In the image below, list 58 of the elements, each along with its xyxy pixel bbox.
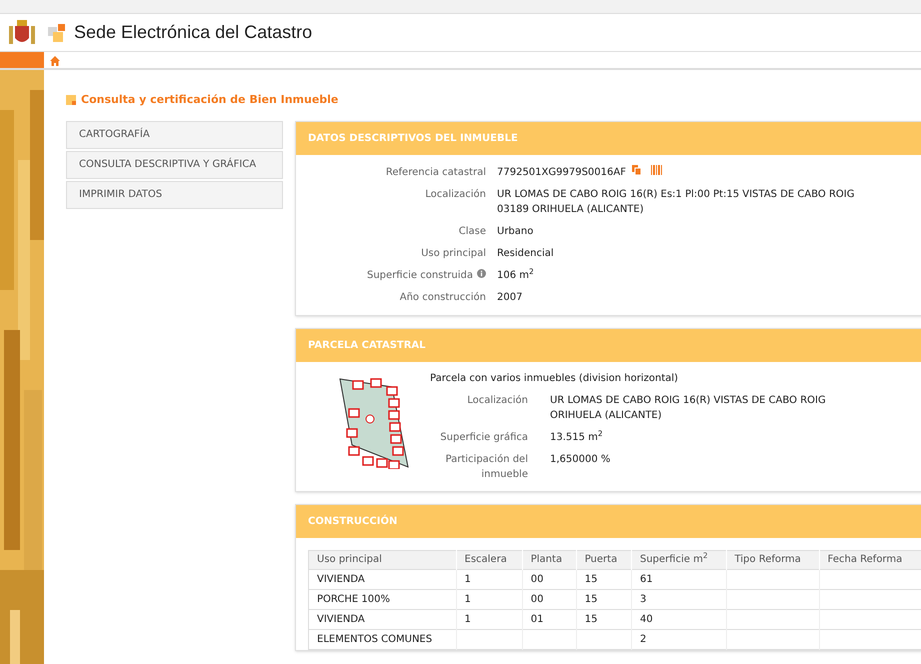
- info-icon[interactable]: [477, 268, 486, 278]
- table-cell: 1: [456, 609, 522, 629]
- field-value: UR LOMAS DE CABO ROIG 16(R) VISTAS DE CABO ROIG ORIHUELA (ALICANTE): [550, 394, 826, 422]
- column-header: Uso principal: [308, 550, 456, 569]
- field-value: Urbano: [497, 224, 534, 238]
- field-label: Superficie gráfica: [439, 430, 529, 444]
- sidebar-item[interactable]: IMPRIMIR DATOS: [66, 180, 283, 208]
- field-label: Uso principal: [421, 246, 486, 260]
- table-cell: VIVIENDA: [308, 569, 456, 589]
- field-value: 106 m$^{2}$: [497, 268, 534, 282]
- column-header: Escalera: [456, 550, 522, 569]
- field-label: Referencia catastral: [386, 166, 486, 180]
- table-cell: 1: [456, 589, 522, 609]
- table-cell: 00: [522, 569, 576, 589]
- panel-title: CONSTRUCCIÓN: [308, 514, 398, 528]
- field-value: 1,650000 %: [550, 452, 610, 466]
- field-value: 7792501XG9979S0016AF: [497, 166, 626, 180]
- panel-title: PARCELA CATASTRAL: [308, 338, 426, 352]
- home-icon[interactable]: [50, 56, 60, 66]
- copy-icon[interactable]: [632, 164, 641, 174]
- table-cell: ELEMENTOS COMUNES: [308, 629, 456, 649]
- field-label: Localización: [425, 188, 486, 202]
- page-title: Consulta y certificación de Bien Inmueble: [81, 92, 338, 108]
- field-value: 13.515 m$^{2}$: [550, 430, 603, 444]
- barcode-icon[interactable]: [650, 164, 662, 174]
- column-header: Puerta: [576, 550, 632, 569]
- field-label: Clase: [458, 224, 486, 238]
- panel-title: DATOS DESCRIPTIVOS DEL INMUEBLE: [308, 132, 518, 146]
- parcel-description: Parcela con varios inmuebles (division horizontal): [430, 372, 680, 386]
- sidebar-item[interactable]: CARTOGRAFÍA: [66, 120, 283, 148]
- table-cell: 15: [576, 569, 632, 589]
- field-label: Superficie construida: [367, 268, 473, 282]
- table-cell: 3: [631, 589, 726, 609]
- field-label: Participación del inmueble: [444, 452, 529, 482]
- page-title-icon: [66, 95, 76, 106]
- table-cell: 1: [456, 569, 522, 589]
- field-value: UR LOMAS DE CABO ROIG 16(R) Es:1 Pl:00 Pt:15 VISTAS DE CABO ROIG 03189 ORIHUELA (ALICANTE): [497, 188, 854, 216]
- column-header: Planta: [522, 550, 576, 569]
- nav-accent-bar: [0, 52, 44, 68]
- table-cell: 40: [631, 609, 726, 629]
- site-title: Sede Electrónica del Catastro: [74, 21, 312, 44]
- column-header: Fecha Reforma: [819, 550, 921, 569]
- column-header: Superficie m$^{2}$: [631, 550, 726, 569]
- table-cell: 61: [631, 569, 726, 589]
- field-label: Localización: [466, 394, 529, 408]
- table-cell: PORCHE 100%: [308, 589, 456, 609]
- column-header: Tipo Reforma: [726, 550, 820, 569]
- sidebar-item[interactable]: CONSULTA DESCRIPTIVA Y GRÁFICA: [66, 150, 283, 178]
- table-cell: 15: [576, 609, 632, 629]
- table-cell: 01: [522, 609, 576, 629]
- field-label: Año construcción: [400, 290, 486, 304]
- table-cell: 00: [522, 589, 576, 609]
- table-cell: 2: [631, 629, 726, 649]
- table-cell: VIVIENDA: [308, 609, 456, 629]
- field-value: Residencial: [497, 246, 554, 260]
- field-value: 2007: [497, 290, 522, 304]
- table-cell: 15: [576, 589, 632, 609]
- logo-icon: [48, 24, 66, 42]
